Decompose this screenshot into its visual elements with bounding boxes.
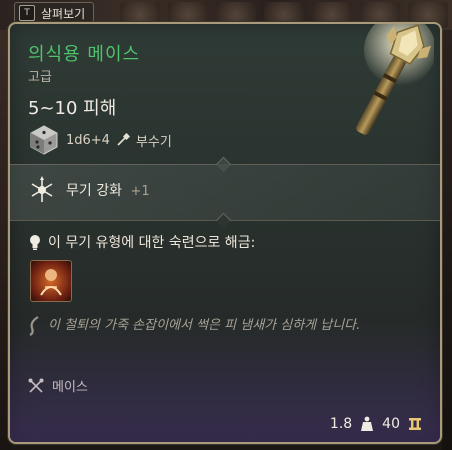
keybind-icon: T xyxy=(19,5,35,21)
crossed-maces-icon xyxy=(28,378,44,393)
enchant-label: 무기 강화 xyxy=(66,183,122,199)
weapon-action-icon xyxy=(40,269,62,296)
item-name: 의식용 메이스 xyxy=(28,44,141,65)
flavor-text: 이 철퇴의 가죽 손잡이에서 썩은 피 냄새가 심하게 납니다. xyxy=(48,318,361,333)
item-damage: 5~10 피해 xyxy=(28,98,117,119)
bludgeon-icon xyxy=(117,133,130,146)
flavor-text-row: 이 철퇴의 가죽 손잡이에서 썩은 피 냄새가 심하게 납니다. xyxy=(28,314,408,337)
item-value: 40 xyxy=(382,416,400,432)
item-weight: 1.8 xyxy=(329,416,353,432)
item-footer: 1.8 40 xyxy=(330,416,422,432)
item-rarity: 고급 xyxy=(28,70,52,85)
weight-icon xyxy=(361,416,374,431)
weapon-type-row: 메이스 xyxy=(28,376,88,395)
weapon-type: 메이스 xyxy=(52,380,88,395)
item-tooltip: 의식용 메이스 고급 5~10 피해 1d6+4 부수기 무기 강화 +1 이 … xyxy=(8,22,442,444)
examine-label: 살펴보기 xyxy=(41,6,86,21)
enchant-row: 무기 강화 +1 xyxy=(28,176,150,204)
damage-type: 부수기 xyxy=(135,134,172,150)
proficiency-unlock-row: 이 무기 유형에 대한 숙련으로 해금: xyxy=(28,232,255,252)
gold-icon xyxy=(409,418,421,430)
weapon-action-icon[interactable] xyxy=(30,260,72,302)
damage-dice-row: 1d6+4 부수기 xyxy=(28,124,172,156)
proficiency-text: 이 무기 유형에 대한 숙련으로 해금: xyxy=(48,235,256,251)
background-panel-right xyxy=(442,30,452,450)
d6-dice-icon xyxy=(30,125,58,155)
examine-button[interactable]: T 살펴보기 xyxy=(14,2,95,24)
lightbulb-icon xyxy=(30,235,40,250)
mace-item-image xyxy=(356,24,434,135)
weapon-enchant-icon xyxy=(31,176,53,202)
enchant-value: +1 xyxy=(130,184,150,199)
damage-dice-value: 1d6+4 xyxy=(66,132,110,148)
quill-icon xyxy=(29,316,39,336)
